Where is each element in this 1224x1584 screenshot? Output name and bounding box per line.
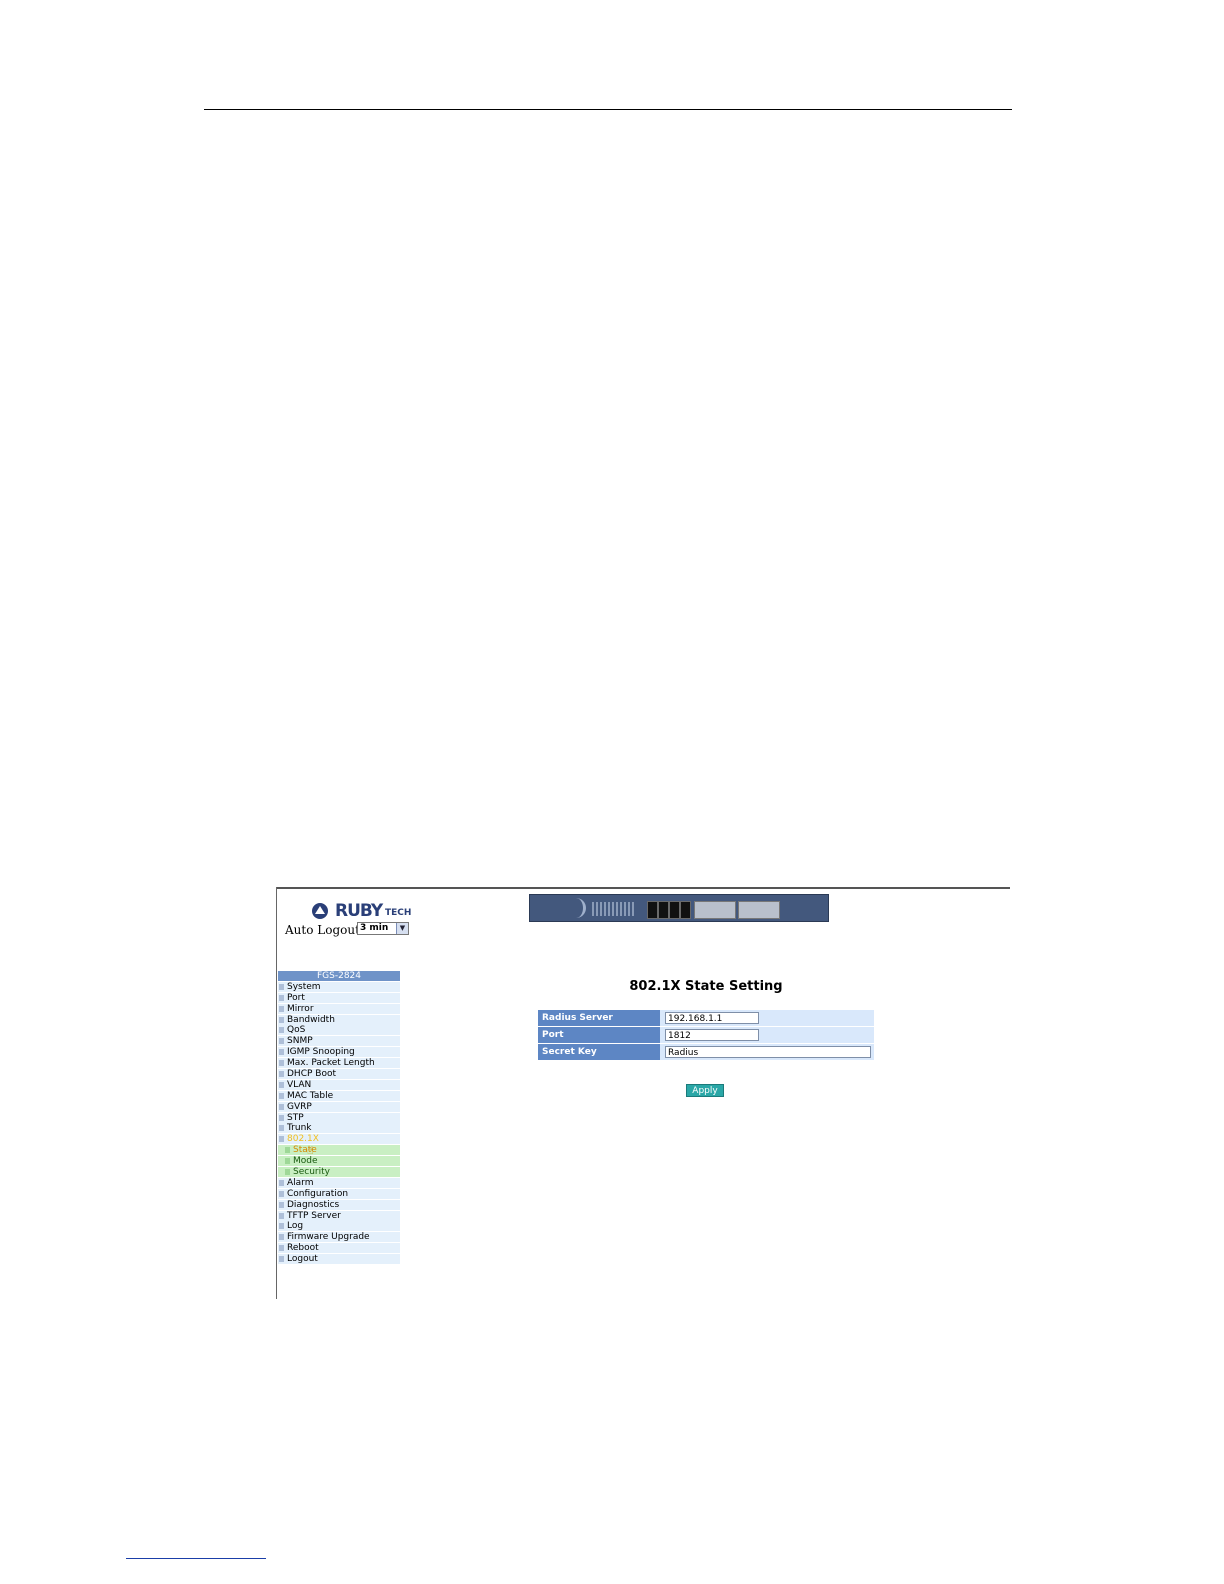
menu-bullet-icon [285, 1169, 290, 1176]
sidebar-subitem-mode[interactable]: Mode [278, 1156, 400, 1167]
menu-bullet-icon [279, 1016, 284, 1023]
menu-bullet-icon [279, 1190, 284, 1197]
sidebar-menu: FGS-2824 System Port Mirror Bandwidth Qo… [278, 971, 400, 1265]
rj45-port[interactable] [669, 901, 680, 919]
auto-logout-label: Auto Logout [285, 923, 360, 937]
globe-icon [312, 903, 328, 919]
auto-logout-value: 3 min [360, 923, 389, 933]
rj45-port[interactable] [658, 901, 669, 919]
rj45-port[interactable] [647, 901, 658, 919]
menu-bullet-icon [279, 1038, 284, 1045]
menu-bullet-icon [279, 1092, 284, 1099]
sidebar-item-gvrp[interactable]: GVRP [278, 1101, 400, 1112]
port-number-label: Port Number(1~65535) [538, 1027, 660, 1056]
menu-bullet-icon [279, 1081, 284, 1088]
menu-bullet-icon [279, 1234, 284, 1241]
sidebar-subitem-state[interactable]: State ☝ [278, 1144, 400, 1158]
apply-button[interactable]: Apply [686, 1084, 724, 1097]
page-top-rule [204, 109, 1012, 110]
sidebar-item-snmp[interactable]: SNMP [278, 1036, 400, 1047]
frame-top-border [276, 887, 1010, 889]
secret-key-input[interactable]: Radius [665, 1046, 871, 1058]
menu-bullet-icon [279, 1114, 284, 1121]
form-row-port-number: Port Number(1~65535) 1812 [538, 1027, 874, 1056]
sidebar-item-alarm[interactable]: Alarm [278, 1177, 400, 1188]
web-ui-screenshot: RUBY TECH Auto Logout 3 min ▼ FGS-2824 S… [276, 887, 1010, 1299]
sidebar-item-diagnostics[interactable]: Diagnostics [278, 1199, 400, 1210]
menu-bullet-icon [279, 1212, 284, 1219]
menu-bullet-icon [279, 1060, 284, 1067]
menu-bullet-icon [279, 1103, 284, 1110]
sidebar-item-max-packet-length[interactable]: Max. Packet Length [278, 1058, 400, 1069]
sfp-port-block[interactable] [738, 901, 780, 919]
auto-logout-select[interactable]: 3 min ▼ [357, 922, 409, 935]
hand-cursor-icon: ☝ [307, 1144, 314, 1158]
menu-bullet-icon [279, 1005, 284, 1012]
sidebar-item-vlan[interactable]: VLAN [278, 1079, 400, 1090]
sidebar-item-firmware-upgrade[interactable]: Firmware Upgrade [278, 1232, 400, 1243]
sidebar-subitem-security[interactable]: Security [278, 1167, 400, 1178]
sidebar-item-mirror[interactable]: Mirror [278, 1003, 400, 1014]
port-number-input[interactable]: 1812 [665, 1029, 759, 1041]
switch-front-panel-image [529, 894, 829, 922]
sidebar-item-stp[interactable]: STP [278, 1112, 400, 1123]
logo-subtext: TECH [385, 908, 412, 918]
sidebar-item-logout[interactable]: Logout [278, 1254, 400, 1265]
sidebar-item-reboot[interactable]: Reboot [278, 1243, 400, 1254]
radius-server-input[interactable]: 192.168.1.1 [665, 1012, 759, 1024]
menu-bullet-icon [285, 1158, 290, 1165]
radius-server-label: Radius Server [538, 1010, 660, 1026]
panel-swoosh-graphic [538, 898, 586, 918]
rubytech-logo: RUBY TECH [311, 900, 411, 922]
state-setting-form: Radius Server 192.168.1.1 Port Number(1~… [538, 1010, 874, 1061]
logo-text: RUBY [335, 901, 383, 921]
footnote-rule [126, 1558, 266, 1559]
sidebar-item-system[interactable]: System [278, 981, 400, 992]
menu-bullet-icon [279, 1179, 284, 1186]
chevron-down-icon[interactable]: ▼ [396, 923, 408, 934]
sidebar-item-qos[interactable]: QoS [278, 1025, 400, 1036]
sidebar-item-igmp-snooping[interactable]: IGMP Snooping [278, 1047, 400, 1058]
menu-bullet-icon [279, 1071, 284, 1078]
sidebar-item-log[interactable]: Log [278, 1221, 400, 1232]
sidebar-item-port[interactable]: Port [278, 992, 400, 1003]
sidebar-item-bandwidth[interactable]: Bandwidth [278, 1014, 400, 1025]
menu-header-model: FGS-2824 [278, 971, 400, 981]
sfp-port-block[interactable] [694, 901, 736, 919]
frame-left-border [276, 887, 277, 1299]
form-row-radius-server: Radius Server 192.168.1.1 [538, 1010, 874, 1026]
sidebar-item-802-1x[interactable]: 802.1X [278, 1134, 400, 1145]
secret-key-label: Secret Key [538, 1044, 660, 1060]
menu-bullet-icon [279, 983, 284, 990]
panel-led-array [592, 902, 634, 916]
sidebar-item-tftp-server[interactable]: TFTP Server [278, 1210, 400, 1221]
menu-bullet-icon [279, 994, 284, 1001]
menu-bullet-icon [279, 1049, 284, 1056]
sidebar-item-configuration[interactable]: Configuration [278, 1188, 400, 1199]
sidebar-item-trunk[interactable]: Trunk [278, 1123, 400, 1134]
sidebar-item-mac-table[interactable]: MAC Table [278, 1090, 400, 1101]
menu-bullet-icon [279, 1256, 284, 1263]
menu-bullet-icon [279, 1125, 284, 1132]
menu-bullet-icon [279, 1136, 284, 1143]
sidebar-item-dhcp-boot[interactable]: DHCP Boot [278, 1069, 400, 1080]
menu-bullet-icon [285, 1147, 290, 1154]
menu-bullet-icon [279, 1201, 284, 1208]
menu-bullet-icon [279, 1027, 284, 1034]
rj45-port[interactable] [680, 901, 691, 919]
menu-bullet-icon [279, 1245, 284, 1252]
menu-bullet-icon [279, 1223, 284, 1230]
page-title: 802.1X State Setting [629, 979, 783, 994]
form-row-secret-key: Secret Key Radius [538, 1044, 874, 1060]
